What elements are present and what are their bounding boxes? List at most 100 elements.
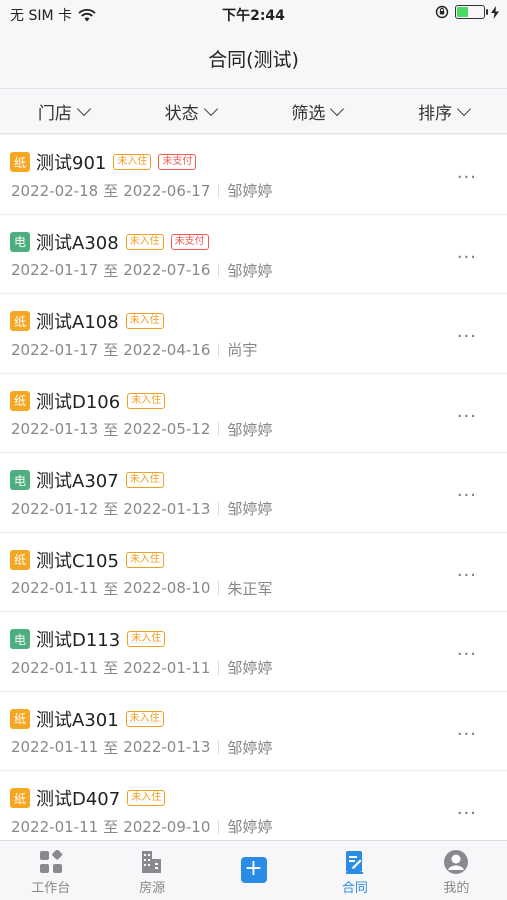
not-checked-in-tag: 未入住: [125, 313, 164, 329]
end-date: 2022-01-13: [123, 738, 211, 756]
tab-label: 工作台: [31, 881, 71, 896]
more-options-icon[interactable]: ···: [457, 247, 477, 268]
tenant-name: 邹婷婷: [227, 738, 273, 757]
tenant-name: 邹婷婷: [227, 818, 273, 836]
plus-icon: +: [240, 857, 267, 883]
start-date: 2022-01-11: [11, 738, 99, 756]
contract-header: 纸测试D407 未入住: [10, 785, 166, 811]
start-date: 2022-01-11: [11, 579, 99, 597]
more-options-icon[interactable]: ···: [457, 644, 477, 665]
end-date: 2022-01-13: [123, 499, 211, 518]
contract-icon: [342, 849, 368, 875]
tab-workbench[interactable]: 工作台: [0, 841, 101, 900]
divider: [218, 501, 220, 516]
contract-row[interactable]: 纸测试D106 未入住 2022-01-13 至 2022-05-12 邹婷婷 ···: [0, 374, 507, 453]
end-date: 2022-05-12: [123, 420, 211, 438]
navigation-bar: 合同(测试): [0, 28, 507, 88]
tenant-name: 朱正军: [227, 579, 273, 598]
chevron-down-icon: [203, 101, 218, 116]
page-title: 合同(测试): [208, 48, 299, 71]
date-range-separator: 至: [103, 818, 119, 836]
contract-name: 测试A307: [36, 471, 119, 492]
contract-row[interactable]: 纸测试901 未入住 未支付 2022-02-18 至 2022-06-17 邹婷婷 ···: [0, 135, 507, 215]
contract-details: 2022-02-18 至 2022-06-17 邹婷婷: [11, 180, 272, 201]
not-checked-in-tag: 未入住: [127, 392, 166, 409]
contract-row[interactable]: 电测试D113 未入住 2022-01-11 至 2022-01-11 邹婷婷 ···: [0, 612, 507, 692]
more-options-icon[interactable]: ···: [457, 565, 477, 586]
building-icon: [139, 849, 165, 875]
contract-name: 测试D113: [36, 630, 121, 651]
more-options-icon[interactable]: ···: [457, 803, 477, 824]
not-checked-in-tag: 未入住: [113, 154, 152, 170]
profile-icon: [443, 849, 469, 875]
end-date: 2022-08-10: [123, 579, 211, 597]
contract-header: 纸测试A301 未入住: [10, 706, 164, 732]
tab-add[interactable]: +: [203, 841, 304, 900]
filter-screen-dropdown[interactable]: 筛选: [254, 89, 381, 133]
contract-row[interactable]: 纸测试C105 未入住 2022-01-11 至 2022-08-10 朱正军 ···: [0, 533, 507, 612]
more-options-icon[interactable]: ···: [457, 724, 477, 745]
start-date: 2022-01-12: [11, 499, 99, 518]
chevron-down-icon: [76, 101, 91, 116]
tab-profile[interactable]: 我的: [406, 841, 507, 900]
unpaid-tag: 未支付: [158, 154, 197, 170]
contract-details: 2022-01-11 至 2022-09-10 邹婷婷: [11, 816, 272, 837]
tenant-name: 邹婷婷: [227, 659, 273, 677]
date-range-separator: 至: [103, 261, 119, 280]
end-date: 2022-06-17: [123, 181, 211, 200]
status-right: [435, 5, 499, 19]
start-date: 2022-01-11: [11, 658, 99, 677]
divider: [218, 263, 220, 277]
chevron-down-icon: [330, 101, 345, 116]
start-date: 2022-01-11: [11, 817, 99, 836]
tab-listings[interactable]: 房源: [101, 841, 202, 900]
filter-label: 状态: [164, 103, 199, 124]
not-checked-in-tag: 未入住: [125, 472, 164, 488]
contract-row[interactable]: 电测试A308 未入住 未支付 2022-01-17 至 2022-07-16 邹婷婷 ···: [0, 215, 507, 294]
contract-details: 2022-01-17 至 2022-07-16 邹婷婷: [11, 260, 272, 281]
chevron-down-icon: [457, 101, 472, 116]
divider: [218, 422, 220, 436]
not-checked-in-tag: 未入住: [127, 631, 166, 647]
tenant-name: 尚宇: [227, 341, 258, 359]
end-date: 2022-07-16: [123, 261, 211, 279]
more-options-icon[interactable]: ···: [457, 406, 477, 427]
contract-details: 2022-01-17 至 2022-04-16 尚宇: [11, 339, 257, 360]
filter-label: 筛选: [291, 103, 326, 124]
contract-details: 2022-01-13 至 2022-05-12 邹婷婷: [11, 419, 272, 440]
contract-header: 纸测试D106 未入住: [10, 388, 166, 414]
filter-status-dropdown[interactable]: 状态: [127, 89, 254, 133]
more-options-icon[interactable]: ···: [457, 167, 477, 188]
contract-details: 2022-01-12 至 2022-01-13 邹婷婷: [11, 498, 272, 519]
battery-icon: [455, 5, 488, 19]
contract-row[interactable]: 纸测试D407 未入住 2022-01-11 至 2022-09-10 邹婷婷 ···: [0, 771, 507, 840]
filter-sort-dropdown[interactable]: 排序: [380, 89, 507, 133]
not-checked-in-tag: 未入住: [127, 790, 166, 806]
more-options-icon[interactable]: ···: [457, 485, 477, 506]
contract-header: 纸测试A108 未入住: [10, 308, 164, 334]
charging-bolt-icon: [491, 5, 499, 19]
contract-name: 测试D407: [36, 789, 121, 810]
divider: [218, 342, 220, 357]
contract-header: 电测试A308 未入住 未支付: [10, 229, 209, 255]
not-checked-in-tag: 未入住: [125, 551, 164, 568]
date-range-separator: 至: [103, 579, 119, 598]
paper-contract-badge: 纸: [10, 390, 30, 411]
tab-contracts[interactable]: 合同: [304, 841, 405, 900]
filter-store-dropdown[interactable]: 门店: [0, 89, 127, 133]
paper-contract-badge: 纸: [10, 788, 30, 808]
contract-row[interactable]: 纸测试A108 未入住 2022-01-17 至 2022-04-16 尚宇 ···: [0, 294, 507, 374]
divider: [218, 581, 220, 595]
tab-bar: 工作台 房源 + 合同 我的: [0, 840, 507, 900]
more-options-icon[interactable]: ···: [457, 326, 477, 347]
contract-name: 测试901: [36, 153, 107, 174]
date-range-separator: 至: [103, 500, 119, 518]
divider: [218, 183, 220, 198]
end-date: 2022-04-16: [123, 340, 211, 359]
paper-contract-badge: 纸: [10, 549, 30, 570]
contract-name: 测试C105: [36, 550, 119, 572]
filter-label: 排序: [418, 103, 453, 124]
date-range-separator: 至: [103, 182, 119, 200]
contract-row[interactable]: 电测试A307 未入住 2022-01-12 至 2022-01-13 邹婷婷 ···: [0, 453, 507, 533]
contract-row[interactable]: 纸测试A301 未入住 2022-01-11 至 2022-01-13 邹婷婷 ···: [0, 692, 507, 771]
